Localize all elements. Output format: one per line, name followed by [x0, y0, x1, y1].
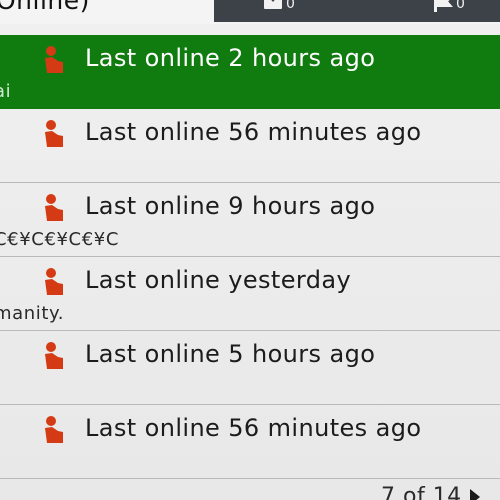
- messages-icon: [262, 0, 286, 12]
- person-offline-icon: [43, 193, 65, 223]
- page-indicator: 7 of 14: [381, 484, 462, 500]
- friend-row[interactable]: Last online 56 minutes ago: [0, 109, 500, 183]
- friend-message: ai: [0, 81, 12, 102]
- person-offline-icon: [43, 415, 65, 445]
- friends-list: Last online 2 hours ago ai Last online 5…: [0, 35, 500, 479]
- header: Online) 0 0: [0, 0, 500, 24]
- friend-row[interactable]: Last online 5 hours ago: [0, 331, 500, 405]
- friend-row[interactable]: Last online 9 hours ago C€¥C€¥C€¥C: [0, 183, 500, 257]
- friend-row[interactable]: Last online 2 hours ago ai: [0, 35, 500, 109]
- messages-count: 0: [286, 0, 295, 12]
- tab-messages[interactable]: 0: [262, 0, 295, 12]
- friend-status: Last online 56 minutes ago: [85, 118, 422, 146]
- person-offline-icon: [43, 45, 65, 75]
- pagination[interactable]: 7 of 14: [381, 484, 480, 500]
- friend-status: Last online 5 hours ago: [85, 340, 376, 368]
- flag-icon: [432, 0, 456, 12]
- friend-status: Last online yesterday: [85, 266, 352, 294]
- friend-row[interactable]: Last online 56 minutes ago: [0, 405, 500, 479]
- person-offline-icon: [43, 341, 65, 371]
- chevron-right-icon[interactable]: [469, 489, 480, 500]
- friend-status: Last online 56 minutes ago: [85, 414, 422, 442]
- person-offline-icon: [43, 267, 65, 297]
- tab-bar: 0 0: [214, 0, 500, 22]
- person-offline-icon: [43, 119, 65, 149]
- tab-flags[interactable]: 0: [432, 0, 465, 12]
- flags-count: 0: [456, 0, 465, 12]
- friend-message: manity.: [0, 303, 65, 324]
- page-title: Online): [0, 0, 90, 15]
- friend-status: Last online 2 hours ago: [85, 44, 376, 72]
- friends-screen: Online) 0 0 Last online 2 hours ago ai: [0, 0, 500, 500]
- friend-status: Last online 9 hours ago: [85, 192, 376, 220]
- friend-row[interactable]: Last online yesterday manity.: [0, 257, 500, 331]
- friend-message: C€¥C€¥C€¥C: [0, 229, 119, 250]
